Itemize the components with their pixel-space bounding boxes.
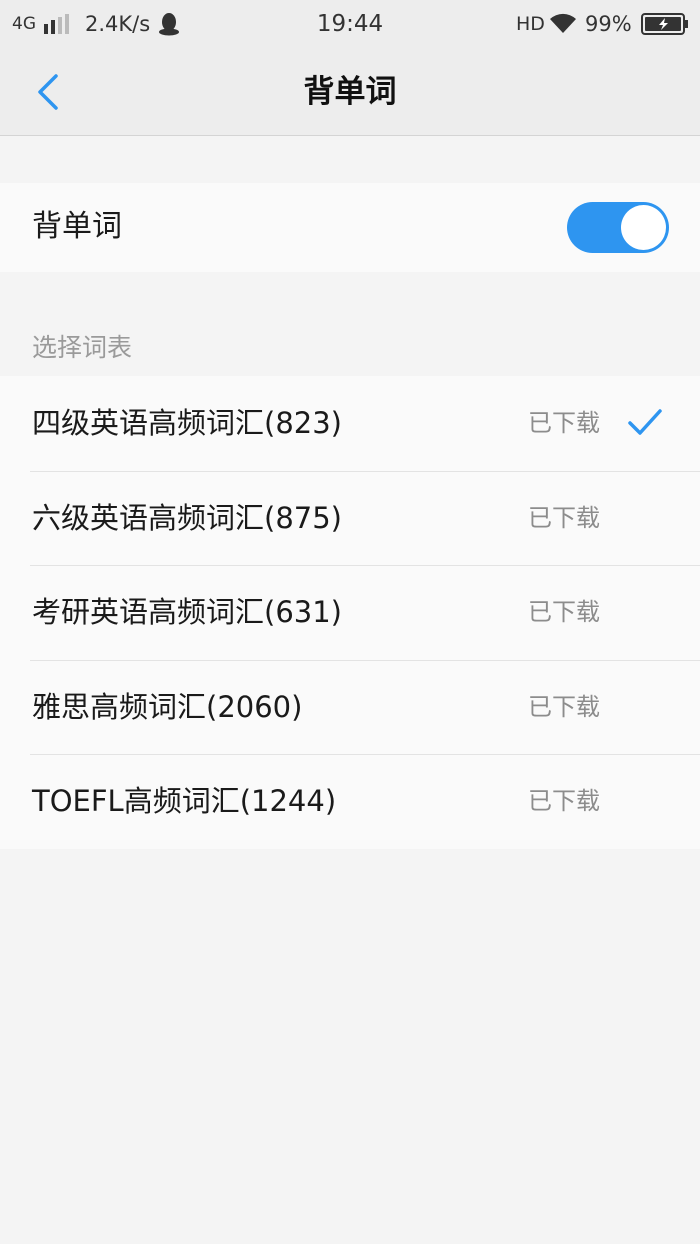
wifi-icon [550, 13, 576, 33]
download-status: 已下载 [528, 787, 600, 815]
download-status: 已下载 [528, 692, 600, 721]
toggle-knob [621, 205, 666, 250]
memorize-words-row: 背单词 [0, 183, 700, 272]
word-list-name: 雅思高频词汇(2060) [32, 689, 303, 724]
memorize-words-toggle[interactable] [567, 202, 669, 253]
checkmark-icon [628, 409, 662, 435]
page-title: 背单词 [303, 74, 397, 110]
word-list: 四级英语高频词汇(823) 已下载 六级英语高频词汇(875) 已下载 考研英语… [0, 376, 700, 849]
word-list-name: 考研英语高频词汇(631) [32, 595, 342, 629]
list-item[interactable]: 雅思高频词汇(2060) 已下载 [0, 659, 700, 755]
word-list-name: 四级英语高频词汇(823) [32, 406, 342, 440]
download-status: 已下载 [528, 598, 600, 626]
list-item[interactable]: 考研英语高频词汇(631) 已下载 [0, 565, 700, 660]
section-label: 选择词表 [32, 333, 133, 362]
list-item[interactable]: TOEFL高频词汇(1244) 已下载 [0, 754, 700, 849]
battery-percent: 99% [585, 12, 632, 36]
navigation-bar: 背单词 [0, 48, 700, 136]
list-item[interactable]: 六级英语高频词汇(875) 已下载 [0, 470, 700, 566]
download-status: 已下载 [528, 503, 600, 532]
download-status: 已下载 [528, 409, 600, 437]
memorize-words-label: 背单词 [32, 209, 122, 244]
word-list-name: TOEFL高频词汇(1244) [32, 784, 337, 818]
battery-icon [641, 13, 688, 35]
word-list-name: 六级英语高频词汇(875) [32, 500, 342, 535]
hd-badge: HD [516, 13, 545, 35]
status-bar: 4G 2.4K/s 19:44 HD 99% [0, 0, 700, 48]
list-item[interactable]: 四级英语高频词汇(823) 已下载 [0, 376, 700, 471]
